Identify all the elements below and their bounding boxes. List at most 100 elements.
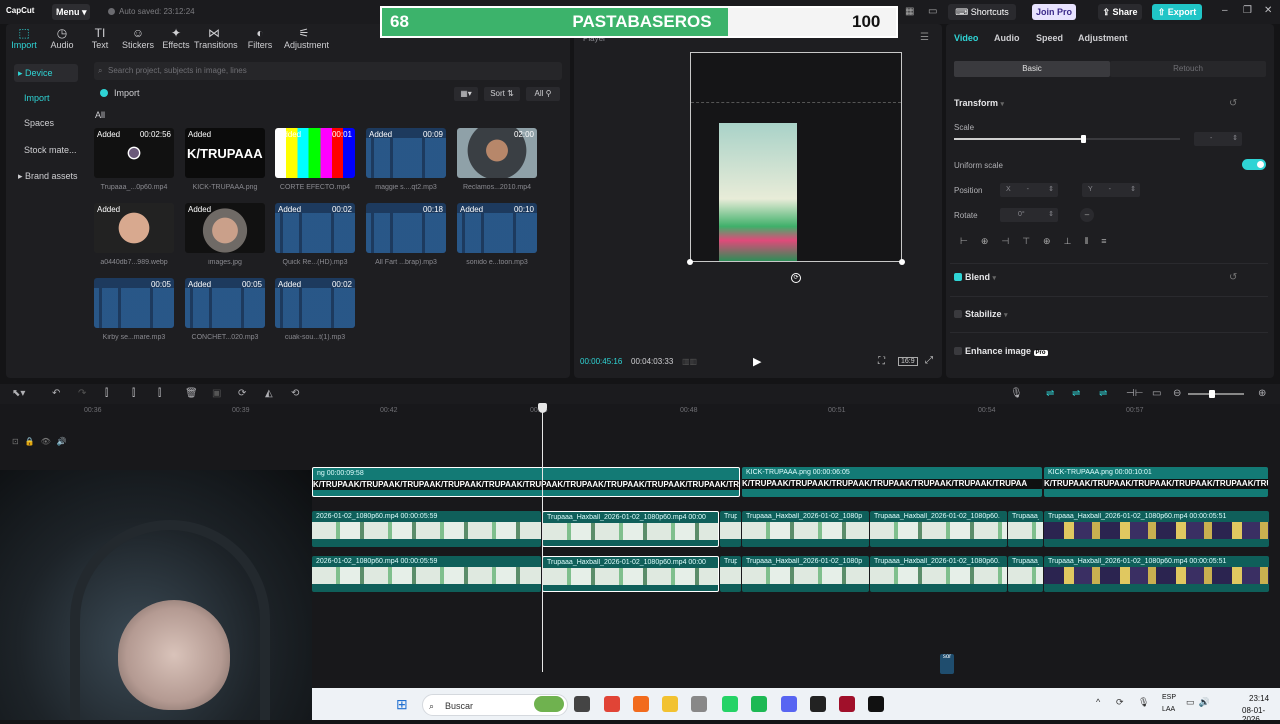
chrome-icon[interactable]: [604, 696, 620, 712]
tray-chevron-icon[interactable]: ^: [1096, 697, 1100, 707]
spotify-icon[interactable]: [751, 696, 767, 712]
floating-app-icon[interactable]: sor: [940, 654, 954, 674]
zoom-slider-thumb[interactable]: [1209, 390, 1215, 398]
expand-icon[interactable]: ⤢: [925, 355, 933, 366]
ratio-icon[interactable]: 16:9: [898, 357, 918, 366]
tab-basic[interactable]: Basic: [954, 61, 1110, 77]
playhead[interactable]: [542, 404, 543, 672]
media-search-input[interactable]: ⌕ Search project, subjects in image, line…: [94, 62, 562, 80]
sidebar-item-import[interactable]: Import: [14, 89, 78, 107]
magnet-icon[interactable]: ⇌: [1072, 388, 1080, 399]
zoom-in-icon[interactable]: ⊕: [1258, 388, 1266, 399]
discord-icon[interactable]: [781, 696, 797, 712]
media-item[interactable]: Added: [185, 203, 265, 253]
preview-axis-icon[interactable]: ⊣⊢: [1126, 388, 1143, 399]
app-icon[interactable]: [839, 696, 855, 712]
play-button[interactable]: ▶: [753, 355, 761, 368]
tab-effects[interactable]: ✦ Effects: [156, 26, 196, 50]
clock-date[interactable]: 08-01-2026: [1242, 706, 1280, 724]
capcut-icon[interactable]: [868, 696, 884, 712]
text-clip[interactable]: KICK-TRUPAAA.png 00:00:10:01 K/TRUPAAK/TR…: [1044, 467, 1268, 497]
tab-filters[interactable]: ◐ Filters: [240, 26, 280, 50]
tab-adjustment[interactable]: ⚟ Adjustment: [284, 26, 329, 50]
enhance-section[interactable]: Enhance image Pro: [954, 346, 1048, 356]
share-button[interactable]: ⇪ Share: [1098, 4, 1142, 20]
media-item[interactable]: Added: [94, 203, 174, 253]
zoom-out-icon[interactable]: ⊖: [1173, 388, 1181, 399]
tab-speed[interactable]: Speed: [1036, 33, 1063, 43]
video-clip[interactable]: Trupaaa_H: [1008, 556, 1043, 592]
media-item[interactable]: 00:05: [94, 278, 174, 328]
minimize-icon[interactable]: –: [1222, 5, 1228, 16]
video-clip[interactable]: Trupa: [720, 511, 741, 547]
stabilize-checkbox[interactable]: [954, 310, 962, 318]
split-left-icon[interactable]: ⫿: [132, 388, 135, 399]
whatsapp-icon[interactable]: [722, 696, 738, 712]
video-clip[interactable]: Trupaaa_Haxball_2026-01-02_1080p60.mp4 0…: [542, 511, 719, 547]
rotate-field[interactable]: 0° ⇕: [1000, 208, 1058, 222]
firefox-icon[interactable]: [633, 696, 649, 712]
transform-section[interactable]: Transform ▾: [954, 98, 1004, 108]
scale-field[interactable]: - ⇕: [1194, 132, 1242, 146]
tray-sync-icon[interactable]: ⟳: [1116, 697, 1124, 708]
snap-icon[interactable]: ⇌: [1099, 388, 1107, 399]
tab-audio[interactable]: ◷ Audio: [42, 26, 82, 50]
panel-icon[interactable]: ▭: [928, 6, 937, 17]
playhead-handle[interactable]: [538, 403, 547, 413]
resize-handle[interactable]: [899, 259, 905, 265]
uniform-scale-toggle[interactable]: [1242, 159, 1266, 170]
video-clip[interactable]: Trupaaa_Haxball_2026-01-02_1080p: [742, 511, 869, 547]
video-clip[interactable]: Trupaaa_Haxball_2026-01-02_1080p60.mp4 0…: [542, 556, 719, 592]
keyboard-layout[interactable]: LAA: [1162, 706, 1175, 713]
media-item[interactable]: 02:00: [457, 128, 537, 178]
video-clip[interactable]: Trupaaa_H: [1008, 511, 1043, 547]
media-item[interactable]: Added 00:02: [275, 278, 355, 328]
reset-icon[interactable]: ↺: [1229, 98, 1237, 109]
sidebar-item-device[interactable]: ▸ Device: [14, 64, 78, 82]
export-button[interactable]: ⇧ Export: [1152, 4, 1202, 20]
tab-adjustment[interactable]: Adjustment: [1078, 33, 1128, 43]
select-tool-icon[interactable]: ⬉▾: [12, 388, 25, 399]
video-clip[interactable]: Trupaaa_Haxball_2026-01-02_1080p60.: [870, 556, 1007, 592]
align-tools[interactable]: ⊢⊕⊣⊤⊕⊥⫴≡: [960, 236, 1119, 247]
media-item[interactable]: 00:18: [366, 203, 446, 253]
tab-video[interactable]: Video: [954, 33, 978, 43]
sidebar-item-spaces[interactable]: Spaces: [14, 114, 78, 132]
video-clip[interactable]: Trupaaa_Haxball_2026-01-02_1080p: [742, 556, 869, 592]
track-controls[interactable]: ⊡🔒👁🔊: [12, 437, 73, 446]
rotate-clip-icon[interactable]: ⟲: [291, 388, 299, 399]
file-explorer-task-icon[interactable]: [574, 696, 590, 712]
language-code[interactable]: ESP: [1162, 694, 1176, 701]
tab-stickers[interactable]: ☺ Stickers: [118, 26, 158, 50]
rotate-handle-icon[interactable]: ⟳: [791, 273, 801, 283]
caption-icon[interactable]: ▭: [1152, 388, 1161, 399]
shortcuts-button[interactable]: ⌨ Shortcuts: [948, 4, 1016, 20]
tab-transitions[interactable]: ⋈ Transitions: [194, 26, 238, 50]
timecode-grid-icon[interactable]: ▥▥: [682, 357, 697, 366]
sort-button[interactable]: Sort ⇅: [484, 87, 520, 101]
reset-icon[interactable]: ↺: [1229, 272, 1237, 283]
scale-slider-thumb[interactable]: [1080, 135, 1086, 143]
tray-network-volume-icons[interactable]: ▭🔊: [1186, 697, 1214, 708]
media-item[interactable]: Added 00:10: [457, 203, 537, 253]
blend-checkbox[interactable]: [954, 273, 962, 281]
windows-start-icon[interactable]: ⊞: [396, 696, 408, 713]
tab-audio[interactable]: Audio: [994, 33, 1020, 43]
video-clip[interactable]: 2026-01-02_1080p60.mp4 00:00:05:59: [312, 556, 541, 592]
redo-icon[interactable]: ↷: [78, 388, 86, 399]
filter-button[interactable]: All ⚲: [526, 87, 560, 101]
settings-icon[interactable]: [691, 696, 707, 712]
undo-icon[interactable]: ↶: [52, 388, 60, 399]
video-clip[interactable]: Trupaaa_Haxball_2026-01-02_1080p60.mp4 0…: [1044, 556, 1269, 592]
clock-time[interactable]: 23:14: [1249, 694, 1269, 703]
enhance-checkbox[interactable]: [954, 347, 962, 355]
mirror-icon[interactable]: ◭: [265, 388, 273, 399]
stabilize-section[interactable]: Stabilize ▾: [954, 309, 1008, 319]
obs-icon[interactable]: [810, 696, 826, 712]
folder-icon[interactable]: [662, 696, 678, 712]
join-pro-button[interactable]: Join Pro: [1032, 4, 1076, 20]
zoom-slider[interactable]: [1188, 393, 1244, 395]
media-item[interactable]: Added 00:09: [366, 128, 446, 178]
sidebar-item-stock[interactable]: Stock mate...: [14, 141, 78, 159]
media-item[interactable]: Added 00:01: [275, 128, 355, 178]
